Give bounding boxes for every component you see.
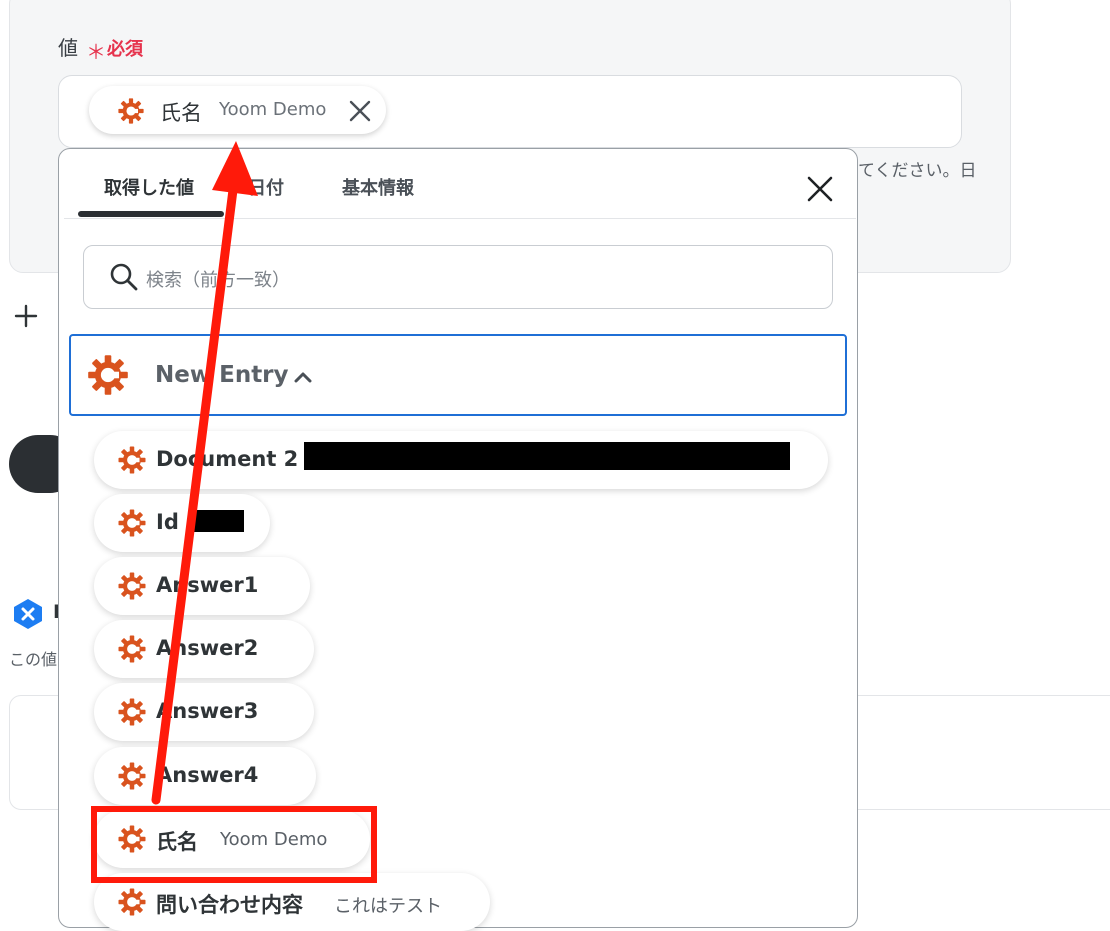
close-icon[interactable]	[346, 97, 374, 125]
app-gear-icon	[118, 509, 146, 537]
item-label: 問い合わせ内容	[156, 893, 303, 917]
app-gear-icon	[118, 698, 146, 726]
chip-meta: Yoom Demo	[219, 99, 327, 120]
app-gear-icon	[118, 635, 146, 663]
active-tab-indicator	[78, 211, 224, 217]
required-label: 必須	[107, 39, 143, 60]
redacted-value	[192, 510, 244, 532]
list-item[interactable]: Answer3	[94, 683, 314, 741]
item-label: Document 2	[156, 447, 299, 471]
section-description: この値	[9, 650, 58, 669]
app-gear-icon	[118, 572, 146, 600]
field-label: 値	[58, 36, 78, 60]
item-meta: これはテスト	[334, 896, 442, 917]
annotation-highlight-box	[91, 806, 377, 883]
list-item[interactable]: Answer4	[94, 747, 316, 805]
item-label: Answer3	[156, 699, 259, 723]
help-text: てください。日	[858, 161, 977, 181]
tab-basic-info[interactable]: 基本情報	[342, 174, 414, 200]
item-label: Answer1	[156, 573, 259, 597]
app-gear-icon	[118, 888, 146, 916]
tab-date[interactable]: 日付	[248, 174, 284, 200]
app-badge-icon	[14, 599, 42, 629]
list-item[interactable]: Id	[94, 494, 270, 552]
search-icon	[110, 263, 138, 291]
chevron-up-icon[interactable]	[292, 366, 314, 388]
redacted-value	[304, 442, 790, 470]
app-gear-icon	[118, 762, 146, 790]
tab-divider	[64, 218, 856, 219]
tab-acquired-values[interactable]: 取得した値	[104, 174, 194, 200]
close-icon[interactable]	[804, 173, 836, 205]
plus-icon[interactable]	[13, 303, 39, 329]
chip-name: 氏名	[160, 101, 202, 125]
app-gear-icon	[118, 446, 146, 474]
search-placeholder: 検索（前方一致）	[146, 270, 290, 291]
group-name: New Entry	[155, 362, 289, 388]
required-star: ＊	[86, 40, 106, 64]
item-label: Answer4	[156, 763, 259, 787]
item-label: Answer2	[156, 636, 259, 660]
list-item[interactable]: Document 2	[94, 431, 828, 489]
app-gear-icon	[118, 98, 144, 124]
list-item[interactable]: Answer2	[94, 620, 314, 678]
item-label: Id	[156, 510, 179, 534]
app-gear-icon	[88, 355, 128, 395]
list-item[interactable]: Answer1	[94, 557, 310, 615]
